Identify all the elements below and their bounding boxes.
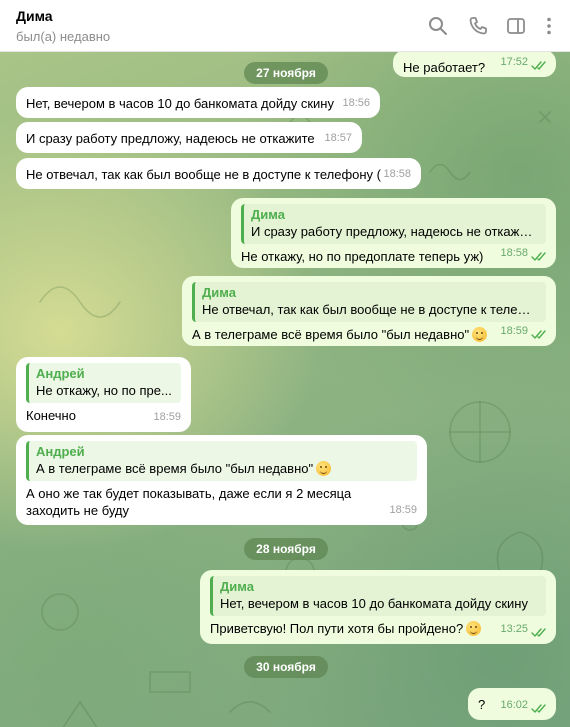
read-ticks-icon: [531, 61, 546, 70]
outgoing-message[interactable]: Дима И сразу работу предложу, надеюсь не…: [231, 198, 556, 268]
contact-name[interactable]: Дима: [16, 8, 53, 24]
reply-quote[interactable]: Андрей Не откажу, но по пре...: [26, 363, 181, 403]
message-text: Нет, вечером в часов 10 до банкомата дой…: [26, 96, 334, 111]
reply-text: Не отвечал, так как был вообще не в дост…: [202, 302, 538, 317]
more-vertical-icon[interactable]: [537, 14, 561, 38]
message-time: 18:58: [383, 168, 411, 180]
date-separator: 30 ноября: [244, 656, 328, 678]
message-text: Не отвечал, так как был вообще не в дост…: [26, 167, 381, 182]
outgoing-message[interactable]: Дима Не отвечал, так как был вообще не в…: [182, 276, 556, 346]
thinking-face-emoji: [316, 461, 332, 476]
search-icon[interactable]: [426, 14, 450, 38]
message-time: 18:59: [389, 504, 417, 516]
incoming-message[interactable]: Андрей Не откажу, но по пре... Конечно 1…: [16, 357, 191, 432]
reply-quote[interactable]: Андрей А в телеграме всё время было "был…: [26, 441, 417, 481]
message-text: А в телеграме всё время было "был недавн…: [192, 327, 470, 342]
read-ticks-icon: [531, 704, 546, 713]
message-time: 18:57: [324, 132, 352, 144]
sidebar-toggle-icon[interactable]: [504, 14, 528, 38]
reply-quote[interactable]: Дима Не отвечал, так как был вообще не в…: [192, 282, 546, 322]
outgoing-message[interactable]: ? 16:02: [468, 688, 556, 720]
incoming-message[interactable]: Не отвечал, так как был вообще не в дост…: [16, 158, 421, 189]
reply-quote[interactable]: Дима Нет, вечером в часов 10 до банкомат…: [210, 576, 546, 616]
message-time: 17:52: [500, 56, 528, 68]
reply-text: Нет, вечером в часов 10 до банкомата дой…: [220, 596, 528, 611]
thinking-face-emoji: [472, 327, 488, 342]
date-separator: 28 ноября: [244, 538, 328, 560]
read-ticks-icon: [531, 628, 546, 637]
message-time: 18:58: [500, 247, 528, 259]
message-time: 16:02: [500, 699, 528, 711]
outgoing-message[interactable]: Дима Нет, вечером в часов 10 до банкомат…: [200, 570, 556, 644]
reply-text: И сразу работу предложу, надеюсь не отка…: [251, 224, 538, 239]
chat-area[interactable]: Не работает? 17:52 27 ноября Нет, вечеро…: [0, 52, 570, 727]
read-ticks-icon: [531, 330, 546, 339]
message-time: 13:25: [500, 623, 528, 635]
contact-status: был(а) недавно: [16, 29, 111, 44]
date-separator: 27 ноября: [244, 62, 328, 84]
reply-quote[interactable]: Дима И сразу работу предложу, надеюсь не…: [241, 204, 546, 244]
reply-author: Дима: [251, 207, 285, 222]
reply-text: А в телеграме всё время было "был недавн…: [36, 461, 314, 476]
reply-author: Дима: [202, 285, 236, 300]
message-time: 18:59: [500, 325, 528, 337]
reply-author: Андрей: [36, 366, 85, 381]
chat-header: Дима был(а) недавно: [0, 0, 570, 52]
outgoing-message[interactable]: Не работает? 17:52: [393, 52, 556, 77]
message-time: 18:59: [153, 411, 181, 423]
reply-author: Дима: [220, 579, 254, 594]
read-ticks-icon: [531, 252, 546, 261]
message-text: А оно же так будет показывать, даже если…: [26, 486, 352, 518]
grinning-face-emoji: [466, 621, 482, 636]
reply-author: Андрей: [36, 444, 85, 459]
message-text: И сразу работу предложу, надеюсь не отка…: [26, 131, 315, 146]
message-text: Приветсвую! Пол пути хотя бы пройдено?: [210, 621, 464, 636]
message-time: 18:56: [342, 97, 370, 109]
incoming-message[interactable]: Нет, вечером в часов 10 до банкомата дой…: [16, 87, 380, 118]
phone-icon[interactable]: [466, 14, 490, 38]
incoming-message[interactable]: И сразу работу предложу, надеюсь не отка…: [16, 122, 362, 153]
reply-text: Не откажу, но по пре...: [36, 383, 172, 398]
incoming-message[interactable]: Андрей А в телеграме всё время было "был…: [16, 435, 427, 525]
